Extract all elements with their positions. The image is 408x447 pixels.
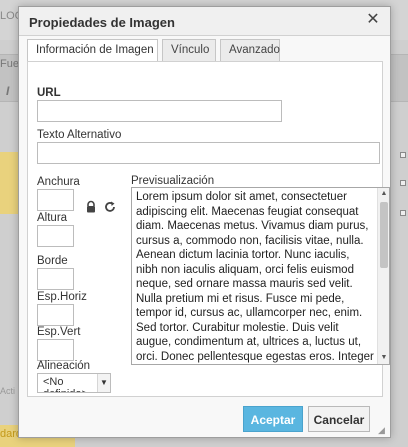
lock-icon[interactable]: [84, 200, 98, 214]
reset-size-icon[interactable]: [103, 200, 117, 214]
dialog-title: Propiedades de Imagen: [29, 15, 175, 30]
tab-link[interactable]: Vínculo: [162, 39, 216, 61]
vspace-input[interactable]: [37, 339, 74, 361]
resize-handle: [400, 210, 406, 216]
hspace-input[interactable]: [37, 304, 74, 326]
scroll-down-icon[interactable]: ▼: [378, 352, 389, 364]
resize-grip-icon[interactable]: ◢: [378, 425, 388, 435]
preview-label: Previsualización: [131, 175, 215, 187]
url-input[interactable]: [37, 100, 282, 122]
tab-panel-image-info: URL Texto Alternativo Anchura Altura Bor…: [27, 61, 390, 397]
dialog-footer: Aceptar Cancelar: [19, 401, 390, 437]
width-label: Anchura: [37, 176, 80, 188]
editor-highlight: [0, 152, 20, 214]
tab-image-info[interactable]: Información de Imagen: [27, 39, 158, 62]
ok-button[interactable]: Aceptar: [243, 406, 303, 432]
image-properties-dialog: Propiedades de Imagen ✕ Información de I…: [18, 6, 391, 438]
cancel-button[interactable]: Cancelar: [308, 406, 370, 432]
editor-font-label: Fue: [0, 58, 19, 70]
alt-text-label: Texto Alternativo: [37, 129, 122, 141]
resize-handle: [400, 152, 406, 158]
height-label: Altura: [37, 212, 68, 224]
height-input[interactable]: [37, 225, 74, 247]
chevron-down-icon: ▼: [97, 374, 110, 392]
scroll-up-icon[interactable]: ▲: [378, 188, 389, 200]
align-select-value: <No definido>: [43, 376, 88, 392]
border-input[interactable]: [37, 268, 74, 290]
tab-advanced[interactable]: Avanzado: [220, 39, 280, 61]
preview-scrollbar[interactable]: ▲ ▼: [377, 188, 389, 364]
dialog-title-bar[interactable]: Propiedades de Imagen ✕: [19, 7, 390, 36]
resize-handle: [400, 180, 406, 186]
url-label: URL: [37, 87, 61, 99]
editor-status-text: Acti: [0, 386, 16, 396]
width-input[interactable]: [37, 189, 74, 211]
border-label: Borde: [37, 255, 68, 267]
alt-text-input[interactable]: [37, 142, 380, 164]
preview-box[interactable]: Lorem ipsum dolor sit amet, consectetuer…: [131, 187, 390, 365]
align-label: Alineación: [37, 360, 91, 372]
vspace-label: Esp.Vert: [37, 326, 81, 338]
hspace-label: Esp.Horiz: [37, 291, 87, 303]
scroll-thumb[interactable]: [380, 202, 388, 268]
close-icon[interactable]: ✕: [365, 12, 381, 28]
italic-icon: I: [6, 84, 10, 98]
align-select[interactable]: <No definido> ▼: [37, 373, 111, 393]
preview-text: Lorem ipsum dolor sit amet, consectetuer…: [136, 191, 374, 363]
